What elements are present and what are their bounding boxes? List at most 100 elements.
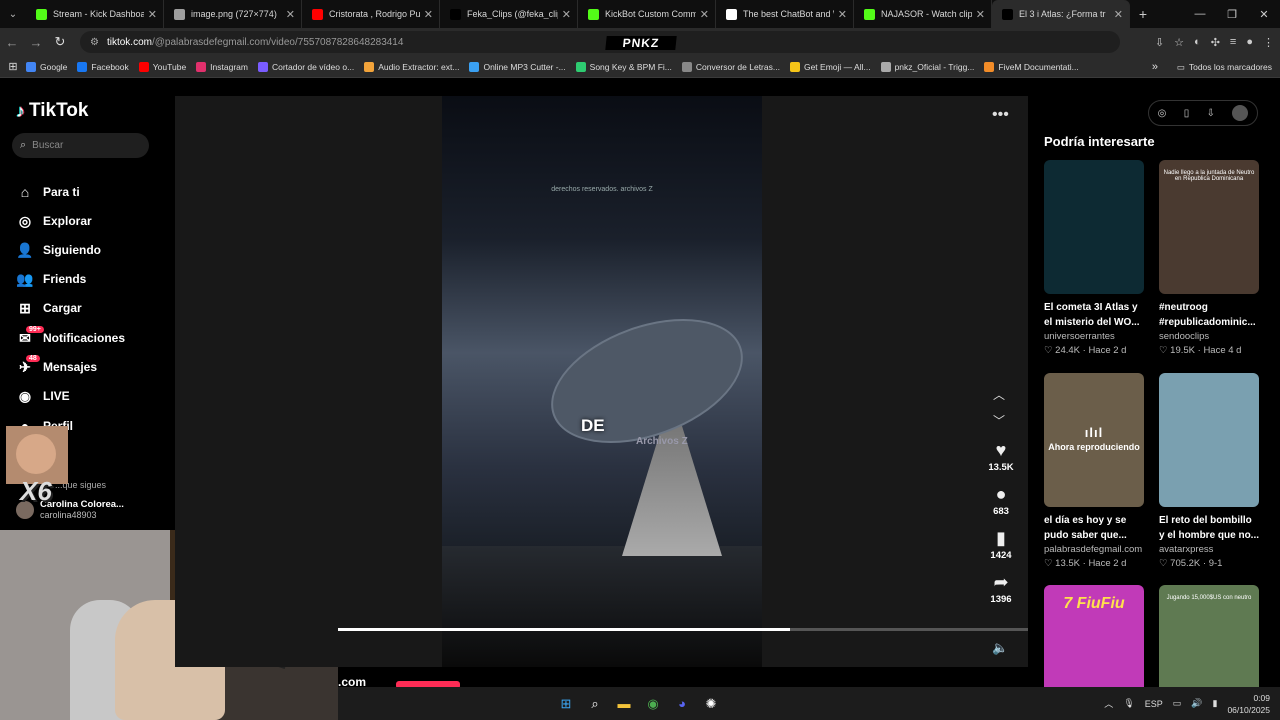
video-progress-bar[interactable] (338, 628, 1028, 631)
browser-tab[interactable]: Stream - Kick Dashboard ✕ (26, 0, 164, 28)
sidebar-item-explorar[interactable]: ◎ Explorar (16, 210, 92, 232)
sidebar-item-mensajes[interactable]: ✈ 48 Mensajes (16, 354, 97, 378)
network-icon[interactable]: ▭ (1173, 698, 1182, 709)
microphone-icon[interactable]: 🎙 (1123, 698, 1134, 709)
url-bar[interactable]: ⚙ tiktok.com/@palabrasdefegmail.com/vide… (80, 31, 1120, 53)
close-window-icon[interactable]: ✕ (1248, 0, 1280, 28)
video-thumbnail[interactable] (1044, 160, 1144, 294)
sidebar-item-friends[interactable]: 👥 Friends (16, 268, 86, 290)
coins-icon[interactable]: ◎ (1158, 108, 1167, 119)
more-options-icon[interactable]: ••• (992, 106, 1009, 124)
install-icon[interactable]: ⇩ (1155, 36, 1164, 49)
bookmark-item[interactable]: Audio Extractor: ext... (364, 61, 459, 72)
recommended-video-author[interactable]: universoerrantes (1044, 331, 1144, 342)
app-icon[interactable]: ✺ (702, 695, 720, 713)
tab-close-icon[interactable]: ✕ (286, 8, 295, 21)
browser-tab[interactable]: Cristorata , Rodrigo Puent ✕ (302, 0, 440, 28)
video-frame[interactable]: derechos reservados. archivos Z DE Archi… (442, 96, 762, 667)
recommended-video-card[interactable]: ılıl Ahora reproduciendo el día es hoy y s… (1044, 373, 1144, 569)
browser-tab[interactable]: image.png (727×774) ✕ (164, 0, 302, 28)
file-explorer-icon[interactable]: ▬ (615, 695, 633, 713)
language-indicator[interactable]: ESP (1145, 699, 1163, 709)
user-avatar[interactable] (1232, 105, 1249, 121)
minimize-icon[interactable]: — (1184, 0, 1216, 28)
video-thumbnail[interactable]: Nadie llego a la juntada de Neutro en Re… (1159, 160, 1259, 294)
recommended-video-title[interactable]: el día es hoy y se pudo saber que... (1044, 513, 1144, 543)
tray-overflow-icon[interactable]: ︿ (1104, 697, 1113, 710)
tab-close-icon[interactable]: ✕ (148, 8, 157, 21)
sidebar-item-siguiendo[interactable]: 👤 Siguiendo (16, 239, 101, 261)
tab-close-icon[interactable]: ✕ (424, 8, 433, 21)
bookmark-item[interactable]: Conversor de Letras... (681, 61, 780, 72)
recommended-video-card[interactable]: El reto del bombillo y el hombre que no.… (1159, 373, 1259, 569)
sidebar-item-live[interactable]: ◉ LIVE (16, 385, 70, 407)
recommended-video-author[interactable]: palabrasdefegmail.com (1044, 544, 1144, 555)
bookmark-item[interactable]: Song Key & BPM Fi... (575, 61, 672, 72)
sidebar-item-cargar[interactable]: ⊞ Cargar (16, 297, 82, 319)
tab-search-icon[interactable]: ⌄ (0, 0, 26, 28)
bookmark-item[interactable]: Online MP3 Cutter -... (469, 61, 566, 72)
windows-start-icon[interactable]: ⊞ (557, 695, 575, 713)
tiktok-logo[interactable]: ♪ TikTok (16, 100, 88, 122)
bookmark-item[interactable]: Instagram (196, 61, 248, 72)
bookmark-item[interactable]: Get Emoji — All... (789, 61, 871, 72)
browser-tab[interactable]: NAJASOR - Watch clips o ✕ (854, 0, 992, 28)
video-thumbnail[interactable]: ılıl Ahora reproduciendo (1044, 373, 1144, 507)
recommended-video-card[interactable]: El cometa 3I Atlas y el misterio del WO.… (1044, 160, 1144, 356)
battery-icon[interactable]: ▮ (1213, 698, 1218, 709)
media-icon[interactable]: ≡ (1230, 36, 1236, 48)
bookmark-star-icon[interactable]: ☆ (1174, 36, 1184, 49)
discord-icon[interactable]: ◕ (673, 695, 691, 713)
recommended-video-title[interactable]: El cometa 3I Atlas y el misterio del WO.… (1044, 300, 1144, 330)
tab-close-icon[interactable]: ✕ (838, 8, 847, 21)
tab-close-icon[interactable]: ✕ (700, 8, 709, 21)
bookmark-item[interactable]: pnkz_Oficial - Trigg... (880, 61, 974, 72)
phone-icon[interactable]: ▯ (1184, 108, 1190, 119)
browser-tab[interactable]: The best ChatBot and Wi ✕ (716, 0, 854, 28)
recommended-video-author[interactable]: sendooclips (1159, 331, 1259, 342)
chrome-icon[interactable]: ◉ (644, 695, 662, 713)
bookmark-item[interactable]: Facebook (77, 61, 129, 72)
browser-tab[interactable]: KickBot Custom Comman ✕ (578, 0, 716, 28)
recommended-video-title[interactable]: El reto del bombillo y el hombre que no.… (1159, 513, 1259, 543)
browser-tab[interactable]: Feka_Clips (@feka_clips) | ✕ (440, 0, 578, 28)
maximize-icon[interactable]: ❐ (1216, 0, 1248, 28)
volume-icon[interactable]: 🔈 (992, 640, 1008, 656)
extension-icon[interactable]: ◐ (1194, 36, 1201, 48)
video-thumbnail[interactable] (1159, 373, 1259, 507)
next-video-icon[interactable]: ﹀ (993, 412, 1005, 429)
all-bookmarks[interactable]: ▭ Todos los marcadores (1177, 56, 1272, 78)
extensions-puzzle-icon[interactable]: ✣ (1211, 36, 1220, 49)
forward-icon[interactable]: → (24, 35, 48, 50)
reload-icon[interactable]: ↻ (48, 34, 72, 50)
save-button[interactable]: ▮ 1424 (982, 528, 1020, 561)
apps-icon[interactable]: ⊞ (0, 60, 26, 73)
bookmark-item[interactable]: Google (26, 61, 67, 72)
sidebar-item-notificaciones[interactable]: ✉ 99+ Notificaciones (16, 325, 125, 349)
browser-tab[interactable]: El 3 i Atlas: ¿Forma tr ✕ (992, 0, 1130, 28)
search-input[interactable]: ⌕ Buscar (12, 133, 149, 158)
recommended-video-card[interactable]: Nadie llego a la juntada de Neutro en Re… (1159, 160, 1259, 356)
search-icon[interactable]: ⌕ (586, 695, 604, 713)
bookmark-item[interactable]: Cortador de vídeo o... (257, 61, 354, 72)
speaker-icon[interactable]: 🔊 (1191, 698, 1202, 709)
comment-button[interactable]: ● 683 (982, 484, 1020, 517)
tab-close-icon[interactable]: ✕ (1114, 8, 1123, 21)
share-button[interactable]: ➦ 1396 (982, 572, 1020, 605)
sidebar-item-para-ti[interactable]: ⌂ Para ti (16, 181, 80, 203)
bookmarks-overflow-icon[interactable]: » (1152, 61, 1158, 73)
like-button[interactable]: ♥ 13.5K (982, 440, 1020, 473)
previous-video-icon[interactable]: ︿ (993, 386, 1005, 403)
download-icon[interactable]: ⇩ (1207, 108, 1215, 119)
new-tab-button[interactable]: + (1130, 6, 1156, 22)
system-clock[interactable]: 0:09 06/10/2025 (1227, 692, 1270, 716)
tab-close-icon[interactable]: ✕ (976, 8, 985, 21)
menu-icon[interactable]: ⋮ (1263, 36, 1274, 49)
site-info-icon[interactable]: ⚙ (90, 37, 99, 48)
bookmark-item[interactable]: YouTube (138, 61, 186, 72)
profile-avatar-icon[interactable]: ● (1246, 36, 1253, 48)
recommended-video-author[interactable]: avatarxpress (1159, 544, 1259, 555)
recommended-video-title[interactable]: #neutroog #republicadominic... (1159, 300, 1259, 330)
tab-close-icon[interactable]: ✕ (562, 8, 571, 21)
bookmark-item[interactable]: FiveM Documentati... (984, 61, 1079, 72)
